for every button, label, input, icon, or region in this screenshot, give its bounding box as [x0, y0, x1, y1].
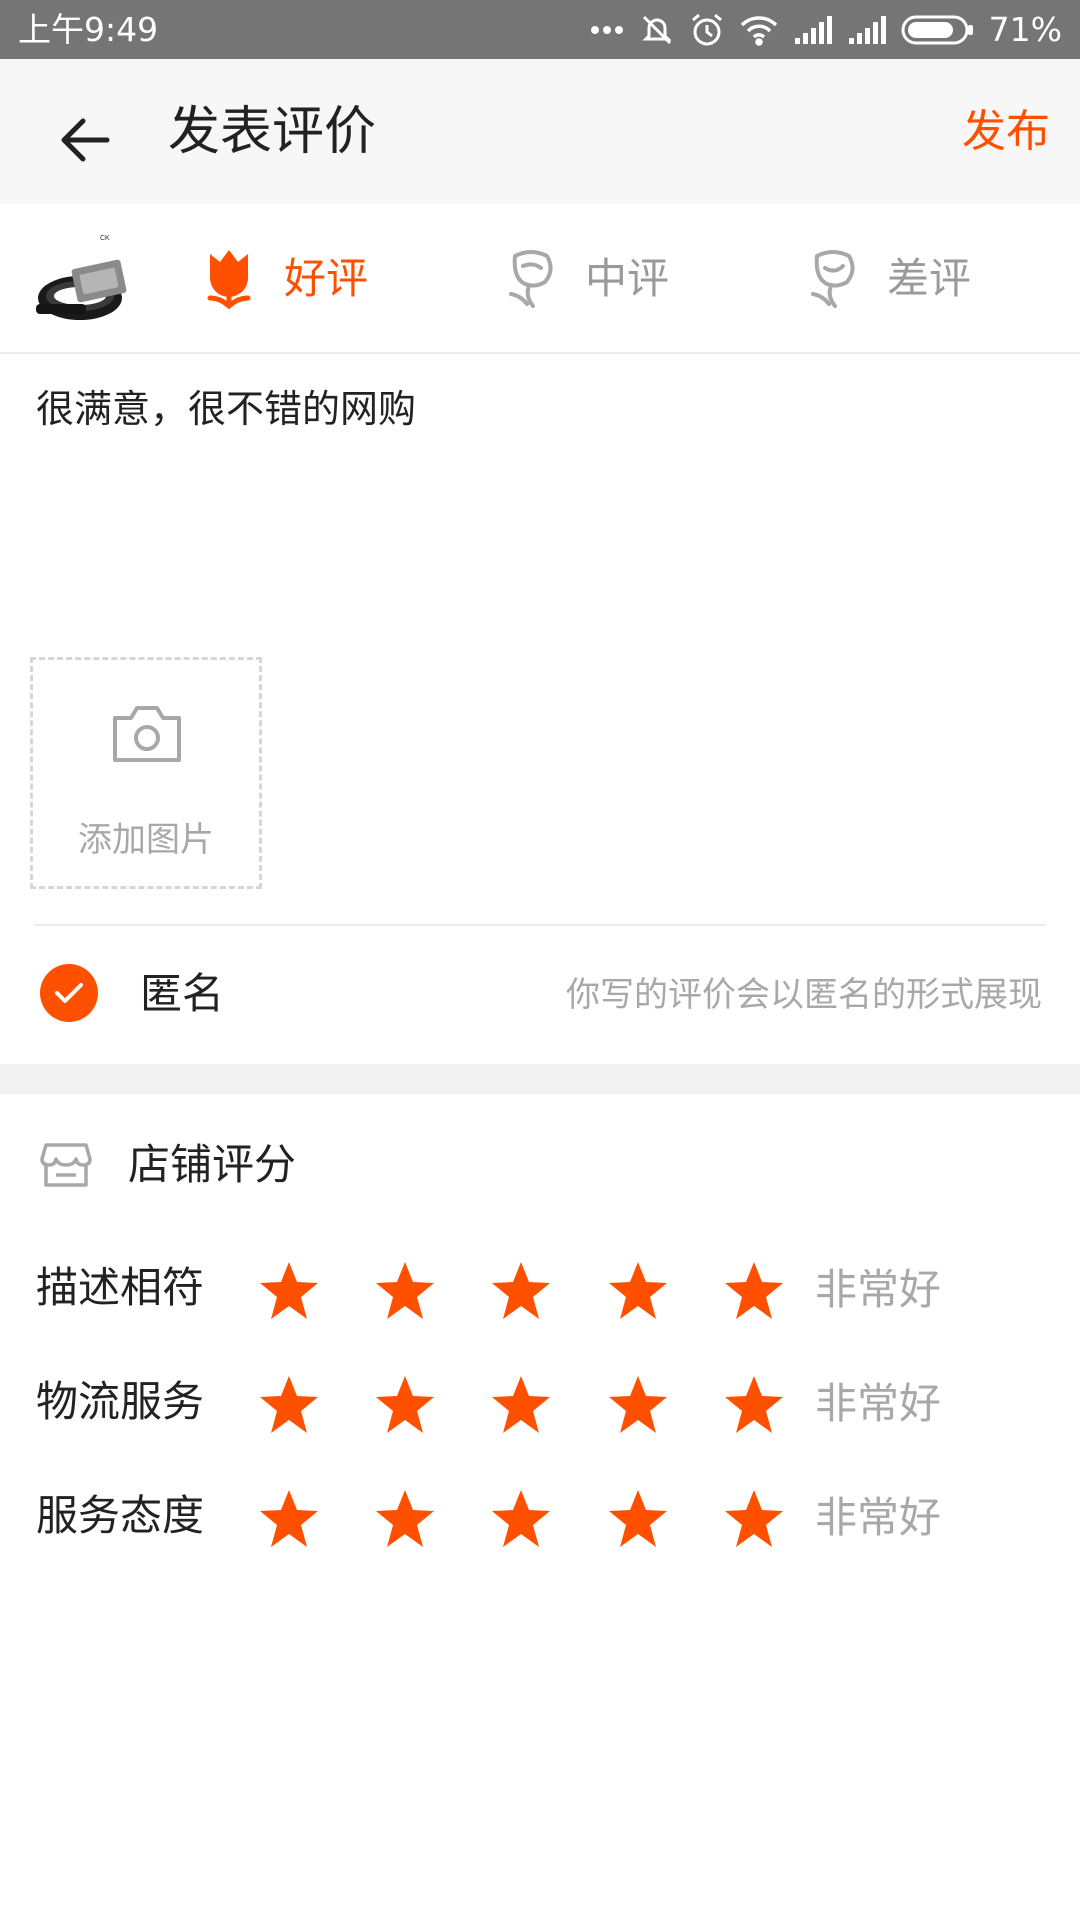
star-icon[interactable] — [490, 1260, 552, 1322]
mute-bell-icon — [642, 15, 672, 45]
score-value-text: 非常好 — [815, 1265, 942, 1314]
rating-good-option[interactable]: 好评 — [200, 242, 368, 316]
score-row-logistics: 物流服务 非常好 — [0, 1358, 1080, 1448]
svg-text:CK: CK — [100, 235, 110, 242]
star-icon[interactable] — [607, 1374, 669, 1436]
star-icon[interactable] — [374, 1374, 436, 1436]
flower-icon — [207, 250, 251, 310]
star-icon[interactable] — [490, 1374, 552, 1436]
camera-icon — [113, 706, 181, 762]
more-dots-icon — [590, 26, 623, 34]
rating-mid-label: 中评 — [585, 254, 670, 303]
page-title: 发表评价 — [168, 102, 377, 162]
score-value-text: 非常好 — [815, 1379, 942, 1428]
score-name: 服务态度 — [36, 1491, 205, 1540]
add-image-button[interactable]: 添加图片 — [30, 657, 262, 889]
check-icon — [55, 983, 83, 1003]
star-icon[interactable] — [723, 1260, 785, 1322]
signal-icon — [794, 16, 832, 44]
status-icons: 71% — [589, 8, 1062, 52]
star-icon[interactable] — [374, 1260, 436, 1322]
rating-good-label: 好评 — [284, 254, 369, 303]
star-icon[interactable] — [258, 1260, 320, 1322]
star-icon[interactable] — [490, 1488, 552, 1550]
anonymous-hint: 你写的评价会以匿名的形式展现 — [566, 975, 1042, 1015]
divider — [34, 924, 1046, 926]
publish-button[interactable]: 发布 — [962, 97, 1050, 167]
product-thumbnail: CK — [34, 226, 140, 332]
shop-icon — [40, 1143, 92, 1187]
star-icon[interactable] — [723, 1488, 785, 1550]
section-separator — [0, 1064, 1080, 1094]
wilted-flower-icon — [509, 250, 553, 308]
rating-bad-label: 差评 — [887, 254, 972, 303]
alarm-icon — [691, 13, 722, 46]
score-row-description: 描述相符 非常好 — [0, 1244, 1080, 1334]
anonymous-label: 匿名 — [140, 969, 225, 1018]
arrow-left-icon — [61, 118, 110, 162]
star-icon[interactable] — [258, 1374, 320, 1436]
battery-icon — [901, 15, 973, 45]
back-button[interactable] — [40, 95, 130, 185]
signal-icon — [848, 16, 886, 44]
status-time: 上午9:49 — [18, 10, 159, 49]
star-icon[interactable] — [607, 1260, 669, 1322]
battery-percent: 71% — [988, 10, 1062, 49]
star-icon[interactable] — [258, 1488, 320, 1550]
score-name: 描述相符 — [36, 1263, 205, 1312]
rating-bad-option[interactable]: 差评 — [805, 242, 971, 316]
score-row-service: 服务态度 非常好 — [0, 1472, 1080, 1562]
comment-input[interactable]: 很满意，很不错的网购 — [36, 380, 1046, 450]
status-bar: 上午9:49 71% — [0, 0, 1080, 59]
shop-rating-title: 店铺评分 — [128, 1140, 297, 1189]
app-bar: 发表评价 发布 — [0, 59, 1080, 204]
rating-mid-option[interactable]: 中评 — [503, 242, 669, 316]
wifi-icon — [740, 16, 777, 46]
rating-type-row: CK 好评 中评 差评 — [0, 204, 1080, 354]
anonymous-checkbox[interactable] — [40, 964, 98, 1022]
star-icon[interactable] — [607, 1488, 669, 1550]
shop-rating-header: 店铺评分 — [40, 1130, 296, 1200]
add-image-label: 添加图片 — [78, 820, 214, 860]
star-icon[interactable] — [723, 1374, 785, 1436]
wilted-flower-icon — [811, 250, 855, 308]
star-icon[interactable] — [374, 1488, 436, 1550]
score-value-text: 非常好 — [815, 1493, 942, 1542]
score-name: 物流服务 — [36, 1377, 205, 1426]
